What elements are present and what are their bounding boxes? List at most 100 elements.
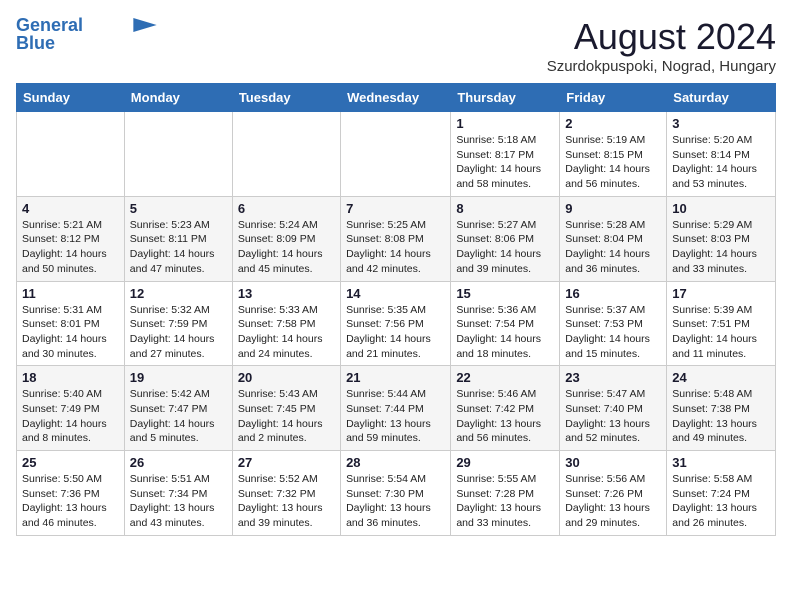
calendar-table: SundayMondayTuesdayWednesdayThursdayFrid…	[16, 83, 776, 536]
day-info: Sunrise: 5:25 AMSunset: 8:08 PMDaylight:…	[346, 218, 445, 277]
day-number: 6	[238, 201, 335, 216]
day-info: Sunrise: 5:32 AMSunset: 7:59 PMDaylight:…	[130, 303, 227, 362]
day-number: 13	[238, 286, 335, 301]
title-area: August 2024 Szurdokpuspoki, Nograd, Hung…	[547, 16, 776, 75]
weekday-header-cell: Tuesday	[232, 84, 340, 112]
calendar-cell: 25Sunrise: 5:50 AMSunset: 7:36 PMDayligh…	[17, 451, 125, 536]
day-number: 1	[456, 116, 554, 131]
day-info: Sunrise: 5:21 AMSunset: 8:12 PMDaylight:…	[22, 218, 119, 277]
month-title: August 2024	[547, 16, 776, 58]
calendar-cell: 7 Sunrise: 5:25 AMSunset: 8:08 PMDaylight…	[341, 196, 451, 281]
day-number: 15	[456, 286, 554, 301]
day-info: Sunrise: 5:40 AMSunset: 7:49 PMDaylight:…	[22, 387, 119, 446]
day-number: 29	[456, 455, 554, 470]
calendar-cell: 29 Sunrise: 5:55 AMSunset: 7:28 PMDayligh…	[451, 451, 560, 536]
day-number: 20	[238, 370, 335, 385]
calendar-cell	[341, 112, 451, 197]
day-info: Sunrise: 5:58 AMSunset: 7:24 PMDaylight:…	[672, 472, 770, 531]
calendar-body: 1Sunrise: 5:18 AMSunset: 8:17 PMDaylight…	[17, 112, 776, 536]
day-info: Sunrise: 5:19 AMSunset: 8:15 PMDaylight:…	[565, 133, 661, 192]
day-number: 9	[565, 201, 661, 216]
calendar-cell: 21 Sunrise: 5:44 AMSunset: 7:44 PMDayligh…	[341, 366, 451, 451]
day-number: 23	[565, 370, 661, 385]
day-info: Sunrise: 5:31 AMSunset: 8:01 PMDaylight:…	[22, 303, 119, 362]
day-info: Sunrise: 5:42 AMSunset: 7:47 PMDaylight:…	[130, 387, 227, 446]
day-number: 11	[22, 286, 119, 301]
day-info: Sunrise: 5:29 AMSunset: 8:03 PMDaylight:…	[672, 218, 770, 277]
calendar-cell	[17, 112, 125, 197]
day-number: 21	[346, 370, 445, 385]
calendar-cell: 13 Sunrise: 5:33 AMSunset: 7:58 PMDayligh…	[232, 281, 340, 366]
day-number: 3	[672, 116, 770, 131]
page-header: General Blue August 2024 Szurdokpuspoki,…	[16, 16, 776, 75]
day-info: Sunrise: 5:44 AMSunset: 7:44 PMDaylight:…	[346, 387, 445, 446]
day-info: Sunrise: 5:24 AMSunset: 8:09 PMDaylight:…	[238, 218, 335, 277]
day-number: 27	[238, 455, 335, 470]
day-info: Sunrise: 5:46 AMSunset: 7:42 PMDaylight:…	[456, 387, 554, 446]
day-number: 24	[672, 370, 770, 385]
day-info: Sunrise: 5:35 AMSunset: 7:56 PMDaylight:…	[346, 303, 445, 362]
day-info: Sunrise: 5:52 AMSunset: 7:32 PMDaylight:…	[238, 472, 335, 531]
weekday-header-cell: Monday	[124, 84, 232, 112]
day-number: 18	[22, 370, 119, 385]
calendar-cell: 19 Sunrise: 5:42 AMSunset: 7:47 PMDayligh…	[124, 366, 232, 451]
day-info: Sunrise: 5:56 AMSunset: 7:26 PMDaylight:…	[565, 472, 661, 531]
calendar-cell: 14Sunrise: 5:35 AMSunset: 7:56 PMDayligh…	[341, 281, 451, 366]
calendar-week-row: 4 Sunrise: 5:21 AMSunset: 8:12 PMDaylight…	[17, 196, 776, 281]
calendar-week-row: 18 Sunrise: 5:40 AMSunset: 7:49 PMDayligh…	[17, 366, 776, 451]
calendar-cell: 26 Sunrise: 5:51 AMSunset: 7:34 PMDayligh…	[124, 451, 232, 536]
weekday-header-row: SundayMondayTuesdayWednesdayThursdayFrid…	[17, 84, 776, 112]
day-number: 26	[130, 455, 227, 470]
calendar-cell: 18 Sunrise: 5:40 AMSunset: 7:49 PMDayligh…	[17, 366, 125, 451]
calendar-week-row: 11 Sunrise: 5:31 AMSunset: 8:01 PMDayligh…	[17, 281, 776, 366]
calendar-cell: 24 Sunrise: 5:48 AMSunset: 7:38 PMDayligh…	[667, 366, 776, 451]
calendar-cell: 16Sunrise: 5:37 AMSunset: 7:53 PMDayligh…	[560, 281, 667, 366]
calendar-cell	[232, 112, 340, 197]
day-info: Sunrise: 5:27 AMSunset: 8:06 PMDaylight:…	[456, 218, 554, 277]
weekday-header-cell: Thursday	[451, 84, 560, 112]
day-number: 19	[130, 370, 227, 385]
day-number: 10	[672, 201, 770, 216]
weekday-header-cell: Wednesday	[341, 84, 451, 112]
day-info: Sunrise: 5:48 AMSunset: 7:38 PMDaylight:…	[672, 387, 770, 446]
day-info: Sunrise: 5:33 AMSunset: 7:58 PMDaylight:…	[238, 303, 335, 362]
calendar-cell: 11 Sunrise: 5:31 AMSunset: 8:01 PMDayligh…	[17, 281, 125, 366]
calendar-cell: 30Sunrise: 5:56 AMSunset: 7:26 PMDayligh…	[560, 451, 667, 536]
day-number: 31	[672, 455, 770, 470]
day-number: 12	[130, 286, 227, 301]
day-number: 22	[456, 370, 554, 385]
day-info: Sunrise: 5:55 AMSunset: 7:28 PMDaylight:…	[456, 472, 554, 531]
logo-blue: Blue	[16, 34, 55, 54]
calendar-cell: 31 Sunrise: 5:58 AMSunset: 7:24 PMDayligh…	[667, 451, 776, 536]
logo: General Blue	[16, 16, 157, 54]
day-number: 7	[346, 201, 445, 216]
day-info: Sunrise: 5:36 AMSunset: 7:54 PMDaylight:…	[456, 303, 554, 362]
day-number: 8	[456, 201, 554, 216]
calendar-cell: 2Sunrise: 5:19 AMSunset: 8:15 PMDaylight…	[560, 112, 667, 197]
calendar-cell: 3 Sunrise: 5:20 AMSunset: 8:14 PMDaylight…	[667, 112, 776, 197]
day-info: Sunrise: 5:28 AMSunset: 8:04 PMDaylight:…	[565, 218, 661, 277]
day-number: 4	[22, 201, 119, 216]
day-number: 28	[346, 455, 445, 470]
day-info: Sunrise: 5:43 AMSunset: 7:45 PMDaylight:…	[238, 387, 335, 446]
day-info: Sunrise: 5:20 AMSunset: 8:14 PMDaylight:…	[672, 133, 770, 192]
calendar-cell: 28Sunrise: 5:54 AMSunset: 7:30 PMDayligh…	[341, 451, 451, 536]
weekday-header-cell: Saturday	[667, 84, 776, 112]
day-info: Sunrise: 5:47 AMSunset: 7:40 PMDaylight:…	[565, 387, 661, 446]
calendar-cell: 10 Sunrise: 5:29 AMSunset: 8:03 PMDayligh…	[667, 196, 776, 281]
day-info: Sunrise: 5:23 AMSunset: 8:11 PMDaylight:…	[130, 218, 227, 277]
calendar-cell: 1Sunrise: 5:18 AMSunset: 8:17 PMDaylight…	[451, 112, 560, 197]
calendar-cell: 22 Sunrise: 5:46 AMSunset: 7:42 PMDayligh…	[451, 366, 560, 451]
calendar-cell: 15 Sunrise: 5:36 AMSunset: 7:54 PMDayligh…	[451, 281, 560, 366]
weekday-header-cell: Sunday	[17, 84, 125, 112]
day-number: 16	[565, 286, 661, 301]
location: Szurdokpuspoki, Nograd, Hungary	[547, 58, 776, 75]
day-info: Sunrise: 5:51 AMSunset: 7:34 PMDaylight:…	[130, 472, 227, 531]
day-number: 25	[22, 455, 119, 470]
day-info: Sunrise: 5:39 AMSunset: 7:51 PMDaylight:…	[672, 303, 770, 362]
calendar-cell: 27 Sunrise: 5:52 AMSunset: 7:32 PMDayligh…	[232, 451, 340, 536]
day-number: 5	[130, 201, 227, 216]
calendar-cell: 23 Sunrise: 5:47 AMSunset: 7:40 PMDayligh…	[560, 366, 667, 451]
logo-icon	[133, 18, 157, 32]
calendar-week-row: 1Sunrise: 5:18 AMSunset: 8:17 PMDaylight…	[17, 112, 776, 197]
